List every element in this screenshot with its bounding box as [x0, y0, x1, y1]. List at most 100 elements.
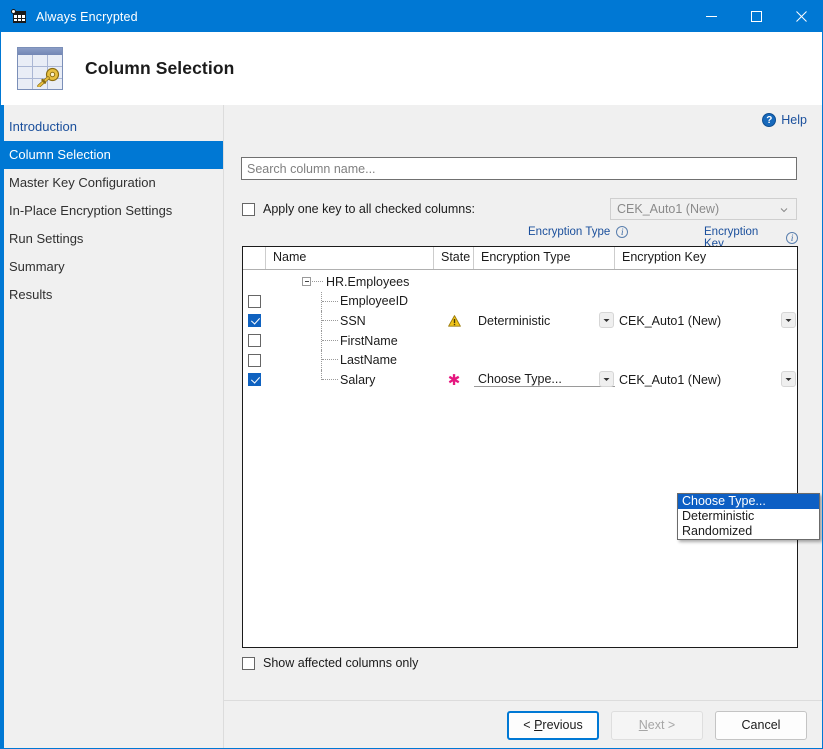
grid-header-state[interactable]: State: [434, 247, 474, 269]
sidebar-item-label: In-Place Encryption Settings: [9, 203, 172, 218]
encryption-type-select[interactable]: Deterministic: [474, 311, 615, 330]
row-name-label: Salary: [340, 373, 375, 387]
dropdown-option-randomized[interactable]: Randomized: [678, 524, 819, 539]
asterisk-icon: ✱: [448, 374, 461, 386]
row-key-cell: [615, 272, 797, 292]
table-key-icon: [15, 45, 67, 93]
encryption-type-value: Choose Type...: [474, 372, 615, 387]
show-affected-columns-label: Show affected columns only: [263, 656, 418, 670]
sidebar-item-label: Summary: [9, 259, 65, 274]
apply-one-key-select[interactable]: CEK_Auto1 (New): [610, 198, 797, 220]
sidebar-item-in-place-encryption-settings[interactable]: In-Place Encryption Settings: [4, 197, 223, 225]
chevron-down-icon[interactable]: [781, 371, 796, 387]
info-icon[interactable]: i: [616, 226, 628, 238]
minimize-icon[interactable]: [689, 1, 734, 32]
row-type-cell: [474, 350, 615, 370]
encryption-key-value: CEK_Auto1 (New): [615, 373, 721, 387]
grid-header-check[interactable]: [243, 247, 266, 269]
help-label: Help: [781, 113, 807, 127]
encryption-key-value: CEK_Auto1 (New): [615, 314, 721, 328]
column-info-links: Encryption Type i Encryption Key i: [242, 226, 798, 244]
chevron-down-icon: [780, 206, 788, 214]
row-checkbox-cell: [243, 354, 266, 367]
sidebar-item-label: Run Settings: [9, 231, 83, 246]
warning-icon: [448, 315, 461, 327]
sidebar-item-run-settings[interactable]: Run Settings: [4, 225, 223, 253]
row-name-cell: SSN: [266, 311, 434, 331]
encryption-key-select[interactable]: CEK_Auto1 (New): [615, 311, 797, 330]
row-checkbox[interactable]: [248, 295, 261, 308]
table-row[interactable]: LastName: [243, 350, 797, 370]
row-name-label: FirstName: [340, 334, 398, 348]
row-type-cell: Deterministic: [474, 311, 615, 331]
always-encrypted-window: Always Encrypted: [0, 0, 823, 749]
row-type-cell: [474, 331, 615, 351]
row-key-cell: CEK_Auto1 (New): [615, 311, 797, 331]
dropdown-option-choose-type[interactable]: Choose Type...: [678, 494, 819, 509]
row-checkbox[interactable]: [248, 354, 261, 367]
encryption-type-link-label: Encryption Type: [528, 226, 610, 238]
row-state-cell: [434, 315, 474, 327]
sidebar-item-introduction[interactable]: Introduction: [4, 113, 223, 141]
title-bar: Always Encrypted: [1, 1, 823, 32]
sidebar-item-summary[interactable]: Summary: [4, 253, 223, 281]
row-key-cell: [615, 350, 797, 370]
encryption-key-select[interactable]: CEK_Auto1 (New): [615, 370, 797, 389]
grid-header-name[interactable]: Name: [266, 247, 434, 269]
sidebar-item-label: Master Key Configuration: [9, 175, 156, 190]
grid-header-row: Name State Encryption Type Encryption Ke…: [243, 247, 797, 270]
row-name-cell: LastName: [266, 350, 434, 370]
table-row[interactable]: HR.Employees: [243, 272, 797, 292]
table-row[interactable]: FirstName: [243, 331, 797, 351]
sidebar-item-master-key-configuration[interactable]: Master Key Configuration: [4, 169, 223, 197]
chevron-down-icon[interactable]: [599, 371, 614, 387]
table-row[interactable]: Salary ✱ Choose Type...: [243, 370, 797, 390]
table-row[interactable]: SSN Deterministic: [243, 311, 797, 331]
window-controls: [689, 1, 823, 32]
encryption-type-dropdown-list[interactable]: Choose Type... Deterministic Randomized: [677, 493, 820, 540]
row-name-label: EmployeeID: [340, 294, 408, 308]
key-glyph: [35, 67, 61, 87]
row-key-cell: CEK_Auto1 (New): [615, 370, 797, 390]
help-link[interactable]: ? Help: [762, 113, 807, 127]
previous-button[interactable]: < Previous: [507, 711, 599, 740]
row-checkbox[interactable]: [248, 334, 261, 347]
sidebar-item-label: Introduction: [9, 119, 77, 134]
apply-one-key-checkbox[interactable]: [242, 203, 255, 216]
maximize-icon[interactable]: [734, 1, 779, 32]
sidebar-item-results[interactable]: Results: [4, 281, 223, 309]
row-type-cell: Choose Type...: [474, 370, 615, 390]
row-name-cell: FirstName: [266, 331, 434, 351]
table-row[interactable]: EmployeeID: [243, 292, 797, 312]
help-circle-icon: ?: [762, 113, 776, 127]
row-name-cell: HR.Employees: [266, 272, 434, 292]
grid-header-encryption-key[interactable]: Encryption Key: [615, 247, 797, 269]
row-type-cell: [474, 272, 615, 292]
chevron-down-icon[interactable]: [781, 312, 796, 328]
app-icon: [11, 9, 27, 25]
search-input[interactable]: [241, 157, 797, 180]
encryption-type-select[interactable]: Choose Type...: [474, 370, 615, 389]
show-affected-columns-checkbox[interactable]: [242, 657, 255, 670]
dropdown-option-deterministic[interactable]: Deterministic: [678, 509, 819, 524]
wizard-steps-sidebar: Introduction Column Selection Master Key…: [1, 105, 223, 749]
columns-grid: Name State Encryption Type Encryption Ke…: [242, 246, 798, 648]
cancel-button[interactable]: Cancel: [715, 711, 807, 740]
row-name-label: SSN: [340, 314, 366, 328]
apply-one-key-label: Apply one key to all checked columns:: [263, 202, 475, 216]
show-affected-columns-row: Show affected columns only: [242, 656, 418, 670]
row-checkbox[interactable]: [248, 314, 261, 327]
sidebar-item-label: Results: [9, 287, 52, 302]
sidebar-item-column-selection[interactable]: Column Selection: [4, 141, 223, 169]
window-title: Always Encrypted: [36, 10, 138, 24]
close-icon[interactable]: [779, 1, 823, 32]
row-checkbox-cell: [243, 373, 266, 386]
grid-header-encryption-type[interactable]: Encryption Type: [474, 247, 615, 269]
chevron-down-icon[interactable]: [599, 312, 614, 328]
expander-collapse-icon[interactable]: [302, 277, 311, 286]
info-icon[interactable]: i: [786, 232, 798, 244]
row-key-cell: [615, 292, 797, 312]
encryption-type-link[interactable]: Encryption Type i: [528, 226, 628, 238]
row-checkbox[interactable]: [248, 373, 261, 386]
row-name-label: HR.Employees: [326, 275, 409, 289]
